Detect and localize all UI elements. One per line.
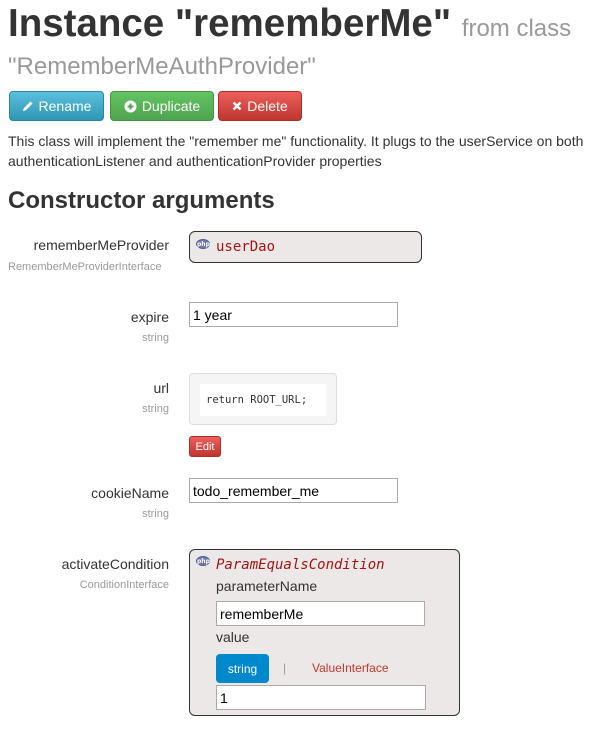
close-icon [232, 101, 242, 111]
page-title: Instance "rememberMe" from class [8, 2, 571, 51]
arg-type-expire: string [142, 332, 169, 344]
value-label: value [216, 629, 250, 645]
instance-box-remembermeprovider[interactable]: php userDao [189, 231, 422, 263]
arg-type-remembermeprovider: RememberMeProviderInterface [8, 261, 162, 273]
php-icon: php [196, 239, 210, 249]
arg-type-activatecondition: ConditionInterface [79, 579, 169, 591]
php-icon: php [196, 556, 210, 566]
arg-label-activatecondition: activateCondition [61, 556, 169, 572]
instance-link-userdao[interactable]: userDao [216, 239, 275, 255]
arg-label-remembermeprovider: rememberMeProvider [33, 237, 169, 253]
tab-separator: | [283, 661, 287, 675]
arg-type-cookiename: string [142, 508, 169, 520]
url-code-box: return ROOT_URL; [189, 373, 337, 425]
instance-box-activatecondition: php ParamEqualsCondition parameterName r… [189, 549, 460, 716]
cookiename-input[interactable]: todo_remember_me [189, 478, 398, 503]
tab-valueinterface[interactable]: ValueInterface [312, 661, 389, 675]
pencil-icon [22, 100, 34, 112]
delete-button[interactable]: Delete [218, 91, 302, 121]
parametername-input[interactable]: rememberMe [216, 601, 425, 626]
tab-string[interactable]: string [216, 654, 269, 683]
expire-input[interactable]: 1 year [189, 302, 398, 327]
value-input[interactable]: 1 [216, 685, 426, 710]
rename-label: Rename [38, 98, 92, 114]
arg-label-url: url [153, 380, 169, 396]
url-code: return ROOT_URL; [200, 384, 326, 416]
class-name: "RememberMeAuthProvider" [8, 53, 316, 80]
arg-label-expire: expire [130, 309, 169, 325]
instance-title: Instance "rememberMe" [8, 2, 452, 45]
duplicate-button[interactable]: Duplicate [110, 91, 214, 121]
duplicate-label: Duplicate [141, 98, 201, 114]
arg-label-cookiename: cookieName [91, 485, 169, 501]
title-suffix: from class [461, 15, 572, 42]
delete-label: Delete [247, 98, 288, 114]
section-title: Constructor arguments [8, 187, 275, 214]
edit-button[interactable]: Edit [189, 436, 221, 457]
rename-button[interactable]: Rename [9, 91, 104, 121]
param-name-label: parameterName [216, 578, 318, 594]
class-description: This class will implement the "remember … [8, 133, 584, 169]
plus-circle-icon [124, 100, 137, 113]
instance-class-name[interactable]: ParamEqualsCondition [216, 557, 385, 573]
arg-type-url: string [142, 403, 169, 415]
